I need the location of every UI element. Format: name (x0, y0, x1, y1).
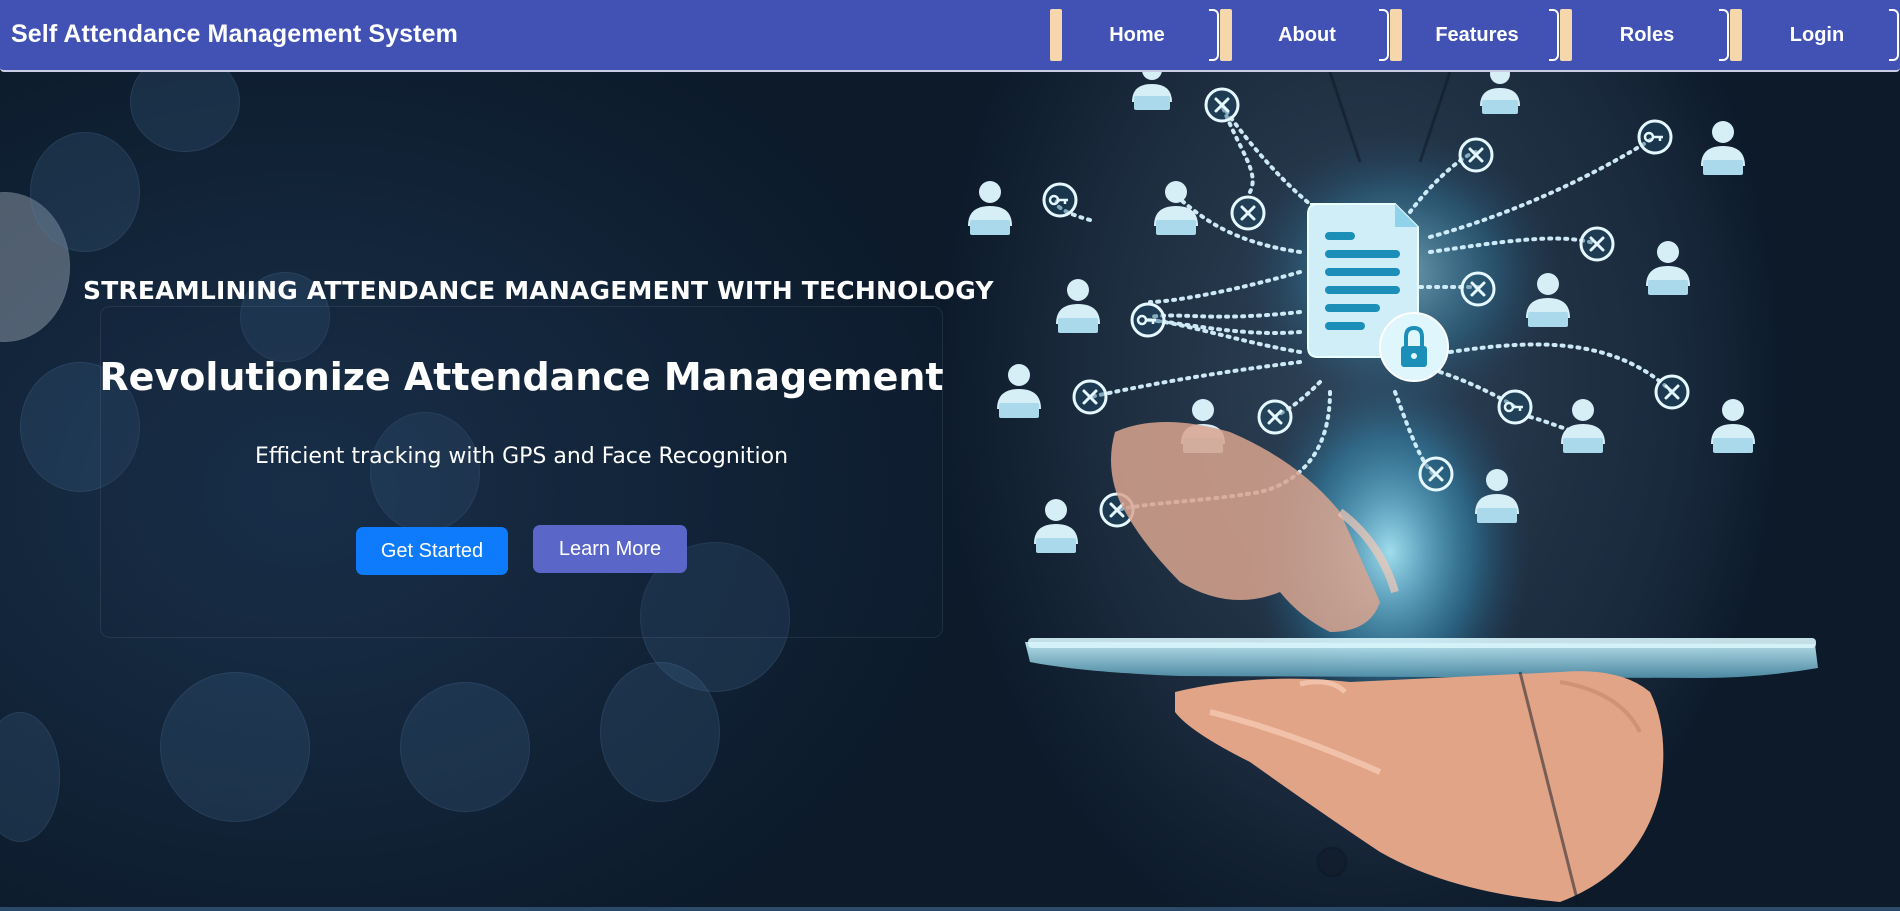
nav-login[interactable]: Login (1730, 9, 1900, 61)
holding-hand (1175, 671, 1664, 902)
tablet (1025, 638, 1818, 678)
nav-features[interactable]: Features (1390, 9, 1560, 61)
page-bottom-border (0, 907, 1900, 911)
nav-tab-accent (1560, 9, 1572, 61)
nav-features-label: Features (1435, 23, 1519, 46)
nav-tab-accent (1050, 9, 1062, 61)
nav-divider (1889, 9, 1899, 61)
hero-section: STREAMLINING ATTENDANCE MANAGEMENT WITH … (0, 72, 1900, 911)
nav-divider (1209, 9, 1219, 61)
nav-tab-accent (1390, 9, 1402, 61)
lock-icon (1379, 312, 1449, 382)
hero-title: Revolutionize Attendance Management (99, 355, 944, 399)
navbar: Self Attendance Management System Home A… (0, 0, 1900, 72)
nav-divider (1379, 9, 1389, 61)
nav-about-label: About (1278, 23, 1336, 46)
nav-login-label: Login (1789, 23, 1845, 46)
nav-roles[interactable]: Roles (1560, 9, 1730, 61)
nav-home-label: Home (1109, 23, 1165, 46)
nav-divider (1549, 9, 1559, 61)
hero-tagline: STREAMLINING ATTENDANCE MANAGEMENT WITH … (83, 276, 994, 305)
nav-divider (1719, 9, 1729, 61)
nav-links: Home About Features Roles Login (1050, 9, 1900, 61)
get-started-button[interactable]: Get Started (356, 527, 508, 575)
hero-subtitle: Efficient tracking with GPS and Face Rec… (254, 444, 789, 469)
nav-home[interactable]: Home (1050, 9, 1220, 61)
brand-title: Self Attendance Management System (11, 20, 458, 48)
learn-more-button[interactable]: Learn More (533, 525, 687, 573)
nav-tab-accent (1730, 9, 1742, 61)
nav-about[interactable]: About (1220, 9, 1390, 61)
nav-tab-accent (1220, 9, 1232, 61)
nav-roles-label: Roles (1619, 23, 1675, 46)
